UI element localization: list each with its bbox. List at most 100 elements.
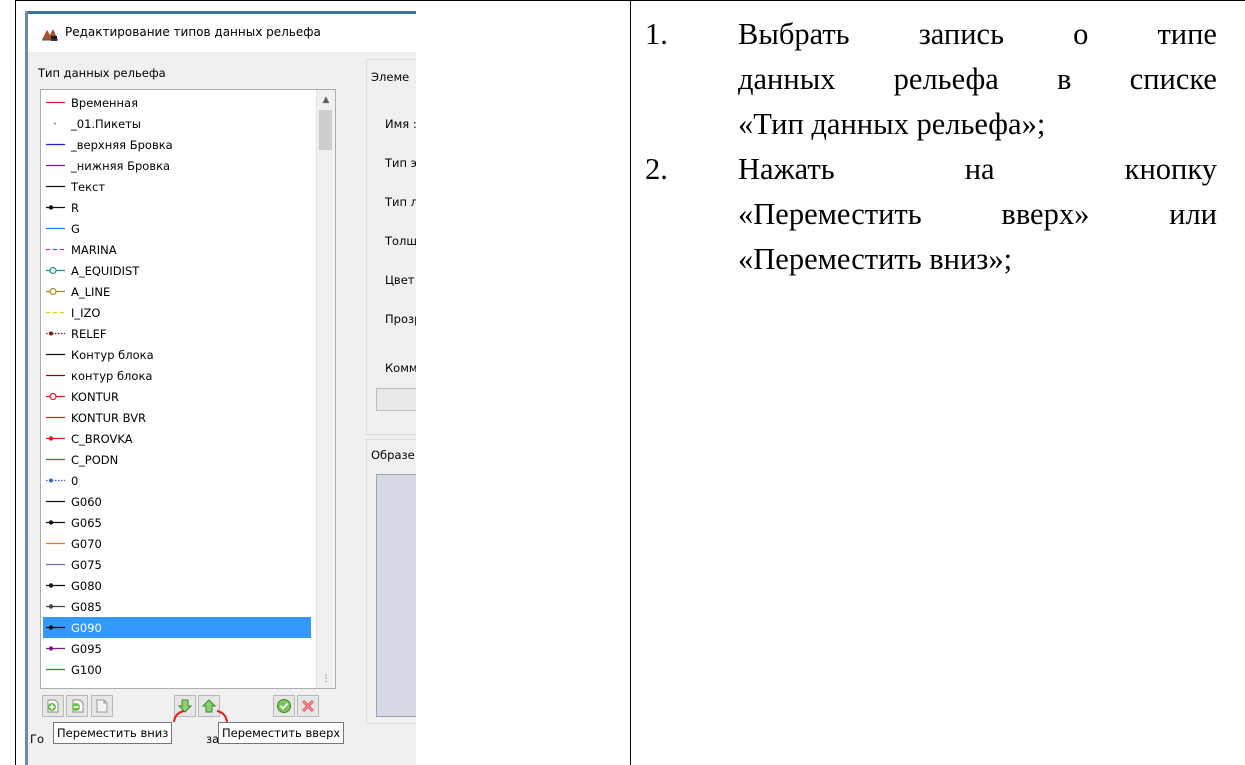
step-number: 2. — [645, 152, 668, 186]
list-item[interactable]: C_BROVKA — [43, 428, 311, 449]
copy-document-icon — [72, 699, 84, 713]
list-scrollbar[interactable]: ▲ ⋮ — [316, 90, 335, 688]
list-item[interactable]: G070 — [43, 533, 311, 554]
list-item[interactable]: _01.Пикеты — [43, 113, 311, 134]
delete-button[interactable] — [297, 695, 319, 717]
step-line: «Переместить вниз»; — [738, 242, 1013, 276]
list-item[interactable]: G065 — [43, 512, 311, 533]
line-sample-icon — [46, 542, 65, 545]
line-sample-icon — [46, 353, 65, 356]
scrollbar-thumb[interactable] — [319, 110, 332, 150]
list-item-label: G090 — [71, 620, 102, 635]
list-item[interactable]: G080 — [43, 575, 311, 596]
list-item-label: G070 — [71, 536, 102, 551]
list-item[interactable]: C_PODN — [43, 449, 311, 470]
list-item[interactable]: A_LINE — [43, 281, 311, 302]
comment-label: Комм — [385, 361, 416, 375]
list-item[interactable]: контур блока — [43, 365, 311, 386]
terrain-type-list[interactable]: Временная _01.Пикеты _верхняя Бровка _нижня… — [40, 89, 336, 689]
list-item[interactable]: G100 — [43, 659, 311, 680]
list-item-label: C_PODN — [71, 452, 119, 467]
list-item[interactable]: _верхняя Бровка — [43, 134, 311, 155]
list-item-label: I_IZO — [71, 305, 101, 320]
list-item[interactable]: G075 — [43, 554, 311, 575]
list-item[interactable]: G085 — [43, 596, 311, 617]
list-item[interactable]: I_IZO — [43, 302, 311, 323]
list-item-label: A_EQUIDIST — [71, 263, 140, 278]
line-sample-icon — [46, 500, 65, 503]
apply-button[interactable] — [273, 695, 295, 717]
list-item-label: MARINA — [71, 242, 117, 257]
list-item-label: _верхняя Бровка — [71, 137, 173, 152]
line-sample-icon — [46, 625, 65, 630]
line-sample-icon — [46, 668, 65, 671]
elements-panel-title: Элеме — [371, 70, 410, 84]
list-item-label: G075 — [71, 557, 102, 572]
instruction-step: 1. Выбрать запись о типе данных рельефа в спис… — [645, 12, 1217, 147]
list-item-label: G095 — [71, 641, 102, 656]
preview-panel-title: Образе — [371, 448, 415, 462]
add-entry-button[interactable] — [42, 695, 64, 717]
line-type-label: Тип ли — [385, 195, 416, 209]
list-item[interactable]: G095 — [43, 638, 311, 659]
list-item-label: G065 — [71, 515, 102, 530]
list-item-label: C_BROVKA — [71, 431, 133, 446]
table-cell-divider — [630, 0, 631, 765]
move-up-tooltip: Переместить вверх — [218, 722, 345, 744]
scroll-up-icon[interactable]: ▲ — [317, 90, 335, 108]
thickness-label: Толщ — [385, 234, 416, 248]
line-sample-icon — [46, 646, 65, 651]
list-item[interactable]: Временная — [43, 92, 311, 113]
line-sample-icon — [46, 604, 65, 609]
list-item-label: G100 — [71, 662, 102, 677]
comment-input[interactable] — [376, 388, 416, 411]
list-item[interactable]: RELEF — [43, 323, 311, 344]
blank-entry-button[interactable] — [91, 695, 113, 717]
list-item[interactable]: KONTUR BVR — [43, 407, 311, 428]
line-sample-icon — [46, 416, 65, 419]
line-sample-icon — [46, 436, 65, 441]
element-type-label: Тип э — [385, 156, 416, 170]
window-frame-left — [25, 11, 28, 765]
list-item[interactable]: MARINA — [43, 239, 311, 260]
list-item-label: Временная — [71, 95, 139, 110]
table-border-left — [15, 0, 16, 765]
pointer-mark-icon — [216, 710, 228, 723]
line-sample-icon — [46, 205, 65, 210]
close-icon — [301, 699, 315, 713]
move-down-tooltip: Переместить вниз — [53, 722, 173, 744]
check-icon — [277, 699, 291, 713]
step-line: данных рельефа в списке — [738, 62, 1217, 96]
transparency-label: Прозр — [385, 312, 416, 326]
list-item-label: G085 — [71, 599, 102, 614]
line-sample-icon — [46, 478, 65, 483]
preview-area — [376, 474, 416, 717]
list-item[interactable]: KONTUR — [43, 386, 311, 407]
list-item[interactable]: _нижняя Бровка — [43, 155, 311, 176]
copy-entry-button[interactable] — [66, 695, 88, 717]
list-item-label: R — [71, 200, 79, 215]
line-sample-icon — [46, 266, 65, 275]
list-item[interactable]: Текст — [43, 176, 311, 197]
list-item-label: Текст — [71, 179, 106, 194]
step-number: 1. — [645, 17, 668, 51]
line-sample-icon — [46, 392, 65, 401]
pointer-mark-icon — [173, 710, 185, 723]
list-item[interactable]: A_EQUIDIST — [43, 260, 311, 281]
scroll-down-icon[interactable]: ⋮ — [317, 670, 335, 688]
line-sample-icon — [46, 458, 65, 461]
list-item[interactable]: 0 — [43, 470, 311, 491]
list-item[interactable]: Контур блока — [43, 344, 311, 365]
list-item-label: G060 — [71, 494, 102, 509]
list-item[interactable]: G060 — [43, 491, 311, 512]
line-sample-icon — [46, 287, 65, 296]
app-screenshot: Редактирование типов данных рельефа Тип … — [25, 11, 416, 765]
list-item-label: 0 — [71, 473, 79, 488]
list-item[interactable]: R — [43, 197, 311, 218]
color-label: Цвет : — [385, 273, 416, 287]
list-item-label: RELEF — [71, 326, 107, 341]
list-item[interactable]: G090 — [43, 617, 311, 638]
blank-document-icon — [96, 699, 108, 713]
list-item[interactable]: G — [43, 218, 311, 239]
list-item-label: контур блока — [71, 368, 153, 383]
